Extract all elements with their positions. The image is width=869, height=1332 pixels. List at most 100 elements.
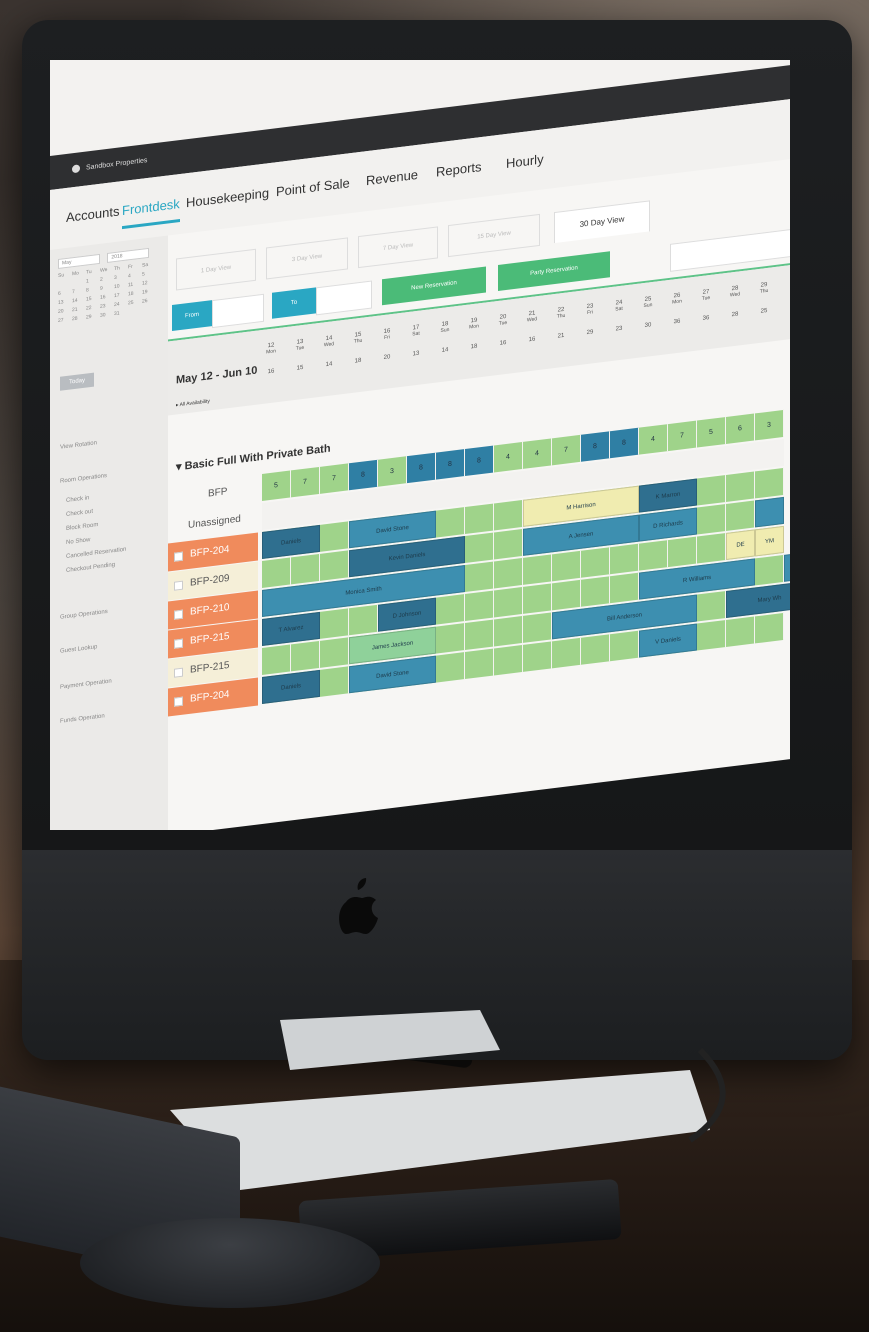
room-day-cell[interactable] [639,540,668,571]
from-date-field[interactable] [212,293,264,329]
room-checkbox[interactable] [174,580,183,591]
reservation-block[interactable] [755,496,784,528]
sidebar-item-block-room[interactable]: Block Room [66,522,98,532]
calendar-day[interactable]: 10 [114,282,128,290]
room-day-cell[interactable] [494,528,523,560]
tab-1-day-view[interactable]: 1 Day View [176,248,256,291]
sidebar-item-check-in[interactable]: Check in [66,495,89,504]
room-day-cell[interactable] [726,471,755,502]
room-day-cell[interactable] [697,590,726,622]
unassigned-cell[interactable] [465,474,494,506]
room-day-cell[interactable] [697,503,726,535]
calendar-day[interactable]: 25 [128,299,142,307]
calendar-day[interactable]: 7 [72,288,86,295]
sidebar-item-payment-operation[interactable]: Payment Operation [60,678,112,690]
room-day-cell[interactable] [349,604,378,636]
room-day-cell[interactable] [465,561,494,593]
nav-accounts[interactable]: Accounts [66,203,119,225]
room-checkbox[interactable] [174,667,183,678]
calendar-day[interactable]: 12 [142,279,156,287]
room-day-cell[interactable] [465,532,494,564]
unassigned-cell[interactable] [407,481,436,513]
calendar-day[interactable]: 5 [142,270,156,277]
calendar-day[interactable]: 18 [128,290,142,298]
calendar-day[interactable]: 20 [58,307,72,315]
room-day-cell[interactable] [465,619,494,651]
unassigned-cell[interactable] [378,485,407,516]
calendar-day[interactable]: 30 [100,311,114,319]
unassigned-cell[interactable] [320,492,349,523]
room-day-cell[interactable] [610,572,639,604]
room-day-cell[interactable] [697,474,726,506]
calendar-day[interactable]: 3 [114,273,128,281]
tab-7-day-view[interactable]: 7 Day View [358,226,438,269]
reservation-block[interactable]: DE [726,529,755,560]
reservation-block[interactable]: YM [755,525,784,557]
today-button[interactable]: Today [60,372,94,391]
unassigned-cell[interactable] [755,438,784,470]
room-day-cell[interactable] [320,666,349,697]
calendar-day[interactable]: 17 [114,291,128,299]
sidebar-item-cancelled-reservation[interactable]: Cancelled Reservation [66,547,126,560]
room-day-cell[interactable] [552,550,581,582]
calendar-day[interactable]: 26 [142,297,156,305]
tab-30-day-view[interactable]: 30 Day View [554,200,650,244]
to-button[interactable]: To [272,287,316,319]
calendar-day[interactable]: 27 [58,316,72,324]
calendar-day[interactable]: 28 [72,315,86,323]
room-day-cell[interactable] [581,634,610,665]
room-day-cell[interactable] [320,637,349,668]
room-day-cell[interactable] [436,652,465,683]
calendar-day[interactable]: 19 [142,288,156,296]
sidebar-item-guest-lookup[interactable]: Guest Lookup [60,644,97,655]
tab-3-day-view[interactable]: 3 Day View [266,237,348,280]
room-day-cell[interactable] [436,507,465,538]
reservation-block[interactable]: Daniels [262,669,320,704]
room-day-cell[interactable] [291,640,320,672]
to-date-field[interactable] [316,280,372,316]
calendar-day[interactable]: 21 [72,306,86,314]
room-day-cell[interactable] [262,644,291,675]
room-day-cell[interactable] [523,641,552,672]
unassigned-cell[interactable] [581,460,610,491]
sidebar-item-group-operations[interactable]: Group Operations [60,609,108,621]
room-day-cell[interactable] [494,499,523,531]
calendar-day[interactable]: 22 [86,304,100,312]
room-checkbox[interactable] [174,696,183,707]
room-day-cell[interactable] [610,543,639,575]
unassigned-cell[interactable] [726,442,755,473]
room-day-cell[interactable] [755,554,784,586]
room-day-cell[interactable] [523,583,552,614]
room-day-cell[interactable] [291,553,320,585]
nav-point-of-sale[interactable]: Point of Sale [276,175,350,199]
nav-frontdesk[interactable]: Frontdesk [122,196,180,230]
calendar-day[interactable]: 31 [114,309,128,317]
calendar-day[interactable] [142,310,156,312]
new-reservation-button[interactable]: New Reservation [382,266,486,306]
calendar-day[interactable]: 1 [86,277,100,284]
room-day-cell[interactable] [494,557,523,589]
room-day-cell[interactable] [581,547,610,578]
unassigned-cell[interactable] [494,470,523,502]
reservation-block[interactable]: V Daniels [639,623,697,658]
room-day-cell[interactable] [436,594,465,625]
room-day-cell[interactable] [320,521,349,552]
calendar-day[interactable]: 14 [72,297,86,305]
room-day-cell[interactable] [494,644,523,676]
room-day-cell[interactable] [552,637,581,669]
tab-15-day-view[interactable]: 15 Day View [448,213,540,258]
calendar-day[interactable]: 23 [100,302,114,310]
room-day-cell[interactable] [726,500,755,531]
room-day-cell[interactable] [523,612,552,643]
unassigned-cell[interactable] [262,499,291,530]
room-day-cell[interactable] [494,586,523,618]
calendar-day[interactable]: 15 [86,295,100,303]
calendar-day[interactable]: 11 [128,281,142,289]
room-checkbox[interactable] [174,551,183,562]
room-day-cell[interactable] [262,557,291,588]
calendar-day[interactable]: 29 [86,313,100,321]
unassigned-cell[interactable] [291,495,320,527]
room-day-cell[interactable] [610,630,639,662]
calendar-day[interactable]: 13 [58,298,72,306]
sidebar-item-no-show[interactable]: No Show [66,537,90,546]
